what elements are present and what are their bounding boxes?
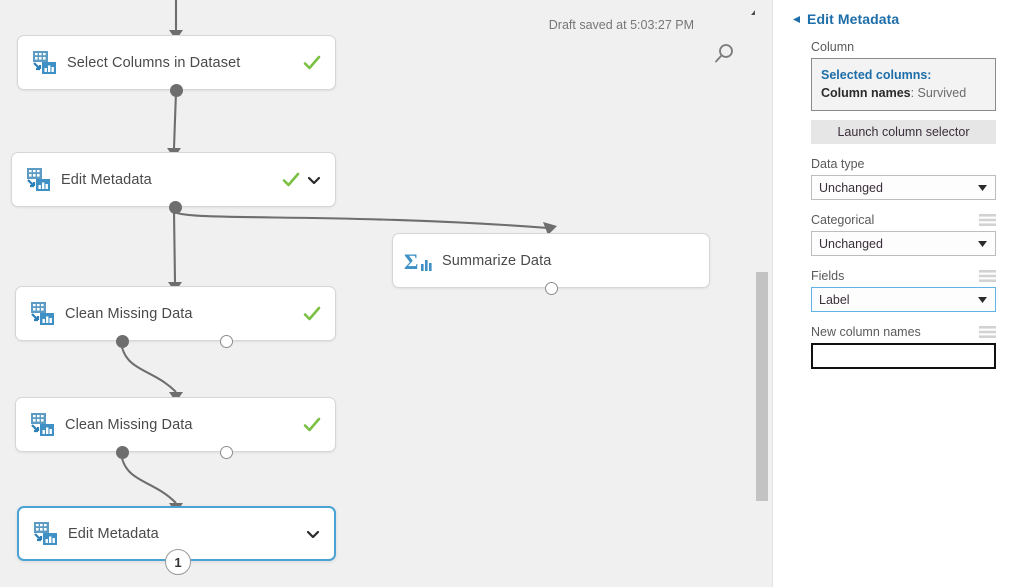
node-status	[303, 416, 321, 434]
green-check-icon	[282, 171, 300, 189]
node-edit-metadata-selected[interactable]: Edit Metadata 1	[17, 506, 336, 561]
field-label-row: Categorical	[811, 213, 996, 227]
selected-columns-detail-value: : Survived	[911, 86, 967, 100]
chevron-down-icon	[978, 241, 987, 247]
field-fields: Fields Label	[811, 269, 996, 312]
vertical-scrollbar-thumb[interactable]	[756, 272, 768, 501]
vertical-scrollbar-track[interactable]	[755, 0, 769, 587]
node-label: Clean Missing Data	[65, 306, 303, 322]
node-select-columns-in-dataset[interactable]: Select Columns in Dataset	[17, 35, 336, 90]
field-label-row: Data type	[811, 157, 996, 171]
fields-value: Label	[819, 293, 850, 307]
data-transform-icon	[27, 410, 57, 440]
node-label: Edit Metadata	[68, 526, 306, 542]
node-status	[282, 171, 321, 189]
data-transform-icon	[29, 48, 59, 78]
node-label: Edit Metadata	[61, 172, 282, 188]
data-transform-icon	[30, 519, 60, 549]
field-categorical: Categorical Unchanged	[811, 213, 996, 256]
node-clean-missing-data-2[interactable]: Clean Missing Data	[15, 397, 336, 452]
node-status	[303, 305, 321, 323]
launch-column-selector-button[interactable]: Launch column selector	[811, 120, 996, 144]
output-port-left[interactable]	[116, 446, 129, 459]
node-status	[306, 527, 320, 541]
node-summarize-data[interactable]: Σ Summarize Data	[392, 233, 710, 288]
field-new-column-names: New column names	[811, 325, 996, 369]
field-label: New column names	[811, 325, 921, 339]
output-port-right[interactable]	[220, 335, 233, 348]
field-label-row: New column names	[811, 325, 996, 339]
field-label: Column	[811, 40, 854, 54]
new-column-names-input[interactable]	[811, 343, 996, 369]
green-check-icon	[303, 305, 321, 323]
field-label: Categorical	[811, 213, 874, 227]
chevron-down-icon	[978, 185, 987, 191]
field-label: Data type	[811, 157, 865, 171]
output-port[interactable]	[170, 84, 183, 97]
green-check-icon	[303, 54, 321, 72]
field-label: Fields	[811, 269, 844, 283]
selected-columns-box[interactable]: Selected columns: Column names: Survived	[811, 58, 996, 111]
output-port[interactable]	[169, 201, 182, 214]
draft-saved-status: Draft saved at 5:03:27 PM	[549, 18, 694, 32]
green-check-icon	[303, 416, 321, 434]
chevron-down-icon[interactable]	[306, 527, 320, 541]
output-port-left[interactable]	[116, 335, 129, 348]
panel-header[interactable]: Edit Metadata	[792, 11, 1030, 27]
data-type-value: Unchanged	[819, 181, 883, 195]
parameter-menu-icon[interactable]	[979, 326, 996, 338]
fields-select[interactable]: Label	[811, 287, 996, 312]
triangle-collapse-icon[interactable]	[792, 15, 801, 24]
categorical-select[interactable]: Unchanged	[811, 231, 996, 256]
parameter-menu-icon[interactable]	[979, 214, 996, 226]
pipeline-canvas[interactable]: Select Columns in Dataset	[0, 0, 772, 587]
properties-panel: Edit Metadata Column Selected columns: C…	[772, 0, 1030, 587]
node-edit-metadata-top[interactable]: Edit Metadata	[11, 152, 336, 207]
data-transform-icon	[27, 299, 57, 329]
chevron-down-icon	[978, 297, 987, 303]
node-label: Clean Missing Data	[65, 417, 303, 433]
chevron-down-icon[interactable]	[307, 173, 321, 187]
selected-columns-detail: Column names: Survived	[821, 84, 986, 102]
node-status	[303, 54, 321, 72]
node-label: Select Columns in Dataset	[67, 55, 303, 71]
workflow-designer: Select Columns in Dataset	[0, 0, 1030, 587]
field-column: Column Selected columns: Column names: S…	[811, 40, 996, 144]
categorical-value: Unchanged	[819, 237, 883, 251]
selected-columns-detail-key: Column names	[821, 86, 911, 100]
search-icon[interactable]	[712, 42, 736, 66]
parameter-menu-icon[interactable]	[979, 270, 996, 282]
node-clean-missing-data-1[interactable]: Clean Missing Data	[15, 286, 336, 341]
field-label-row: Fields	[811, 269, 996, 283]
output-port[interactable]	[545, 282, 558, 295]
svg-text:Σ: Σ	[404, 249, 418, 274]
selected-columns-title: Selected columns:	[821, 66, 986, 84]
panel-title: Edit Metadata	[807, 11, 899, 27]
sigma-bars-icon: Σ	[404, 246, 434, 276]
node-badge-count: 1	[165, 549, 191, 575]
node-label: Summarize Data	[442, 253, 709, 269]
field-label-row: Column	[811, 40, 996, 54]
data-type-select[interactable]: Unchanged	[811, 175, 996, 200]
output-port-right[interactable]	[220, 446, 233, 459]
field-data-type: Data type Unchanged	[811, 157, 996, 200]
data-transform-icon	[23, 165, 53, 195]
